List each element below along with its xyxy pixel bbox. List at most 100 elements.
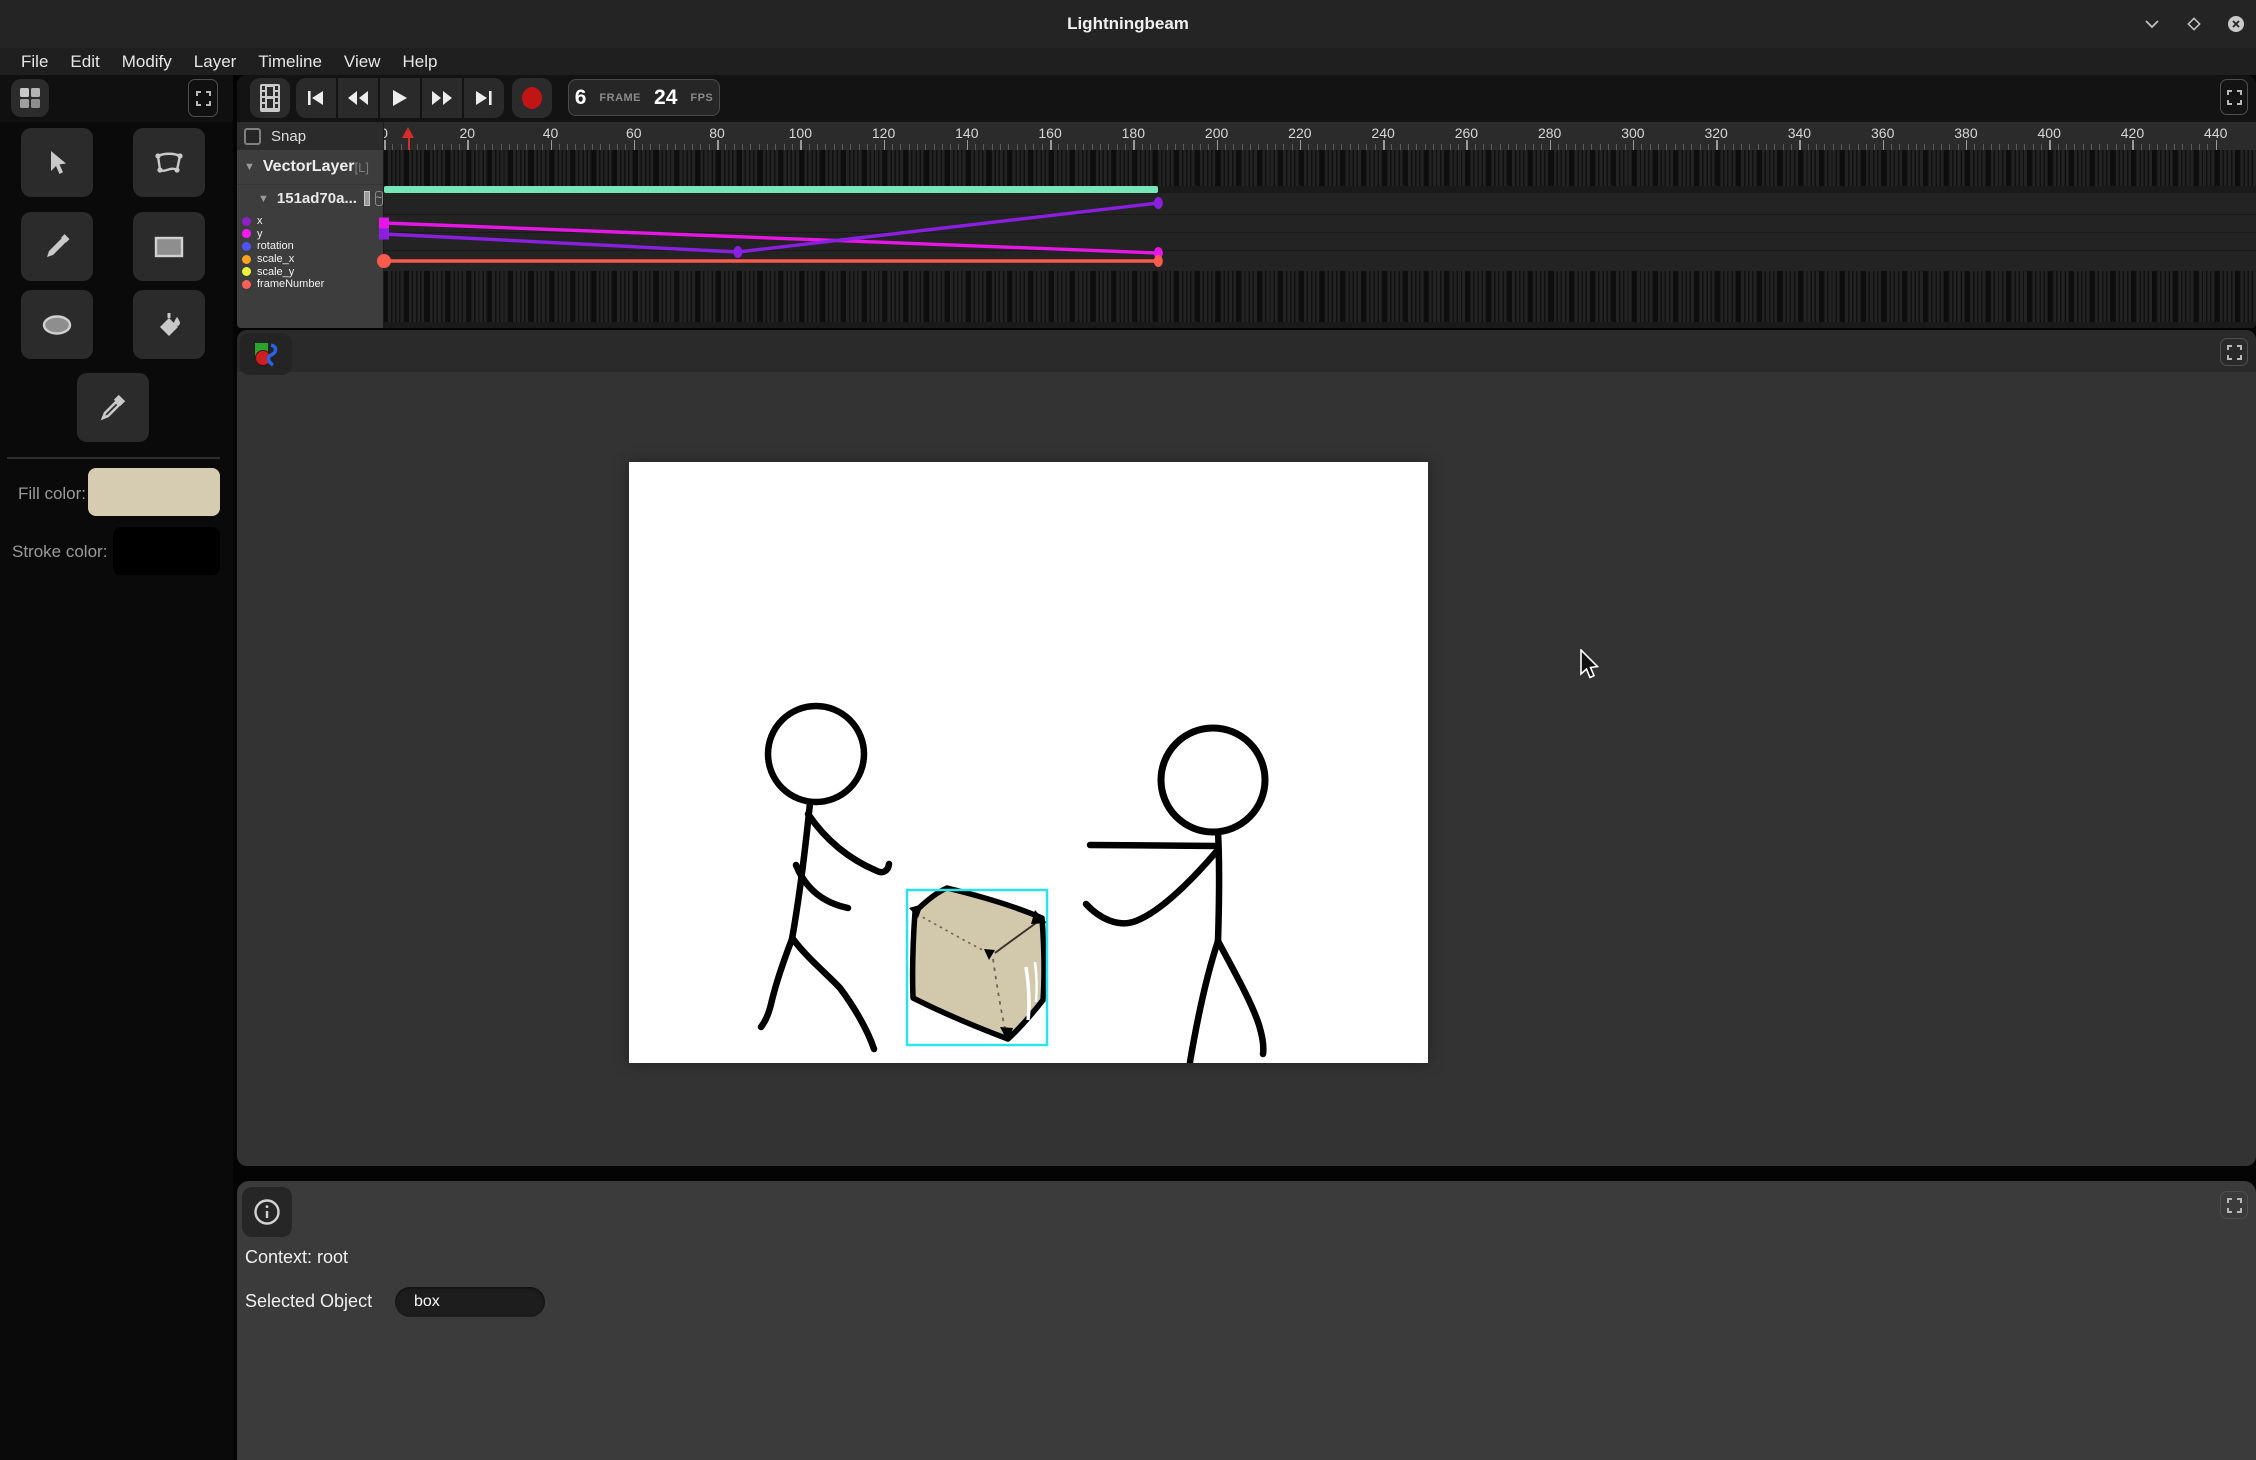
property-row-y[interactable]: y [237,228,383,241]
ruler-label: 360 [1871,125,1894,141]
ruler-tick [1217,140,1219,150]
collapse-triangle-icon[interactable]: ▼ [258,193,269,205]
property-color-dot [242,280,251,289]
titlebar: Lightningbeam [0,0,2256,48]
ruler-label: 240 [1371,125,1394,141]
menu-item-modify[interactable]: Modify [111,48,183,75]
stick-figure-left[interactable] [761,706,889,1049]
stick-figure-right[interactable] [1086,728,1265,1062]
menu-item-file[interactable]: File [10,48,59,75]
snap-checkbox[interactable] [244,128,261,145]
frames-track[interactable] [384,271,2256,322]
context-text: Context: root [245,1247,348,1268]
fill-color-label: Fill color: [18,484,86,504]
ruler-label: 100 [789,125,812,141]
fps-unit-label: FPS [690,92,713,104]
pencil-tool-button[interactable] [21,212,93,281]
ruler-tick [717,140,719,150]
layer-row-vectorlayer[interactable]: ▼ VectorLayer [L] [237,150,383,185]
snap-row: Snap [237,122,383,150]
keyframe-y[interactable] [379,218,389,229]
ruler-label: 200 [1205,125,1228,141]
sublayer-swatch-button[interactable] [364,191,370,206]
ruler-label: 160 [1038,125,1061,141]
playhead[interactable] [402,127,415,150]
ruler-label: 340 [1788,125,1811,141]
fps-value: 24 [654,86,677,110]
menu-item-layer[interactable]: Layer [183,48,248,75]
ruler-label: 320 [1704,125,1727,141]
menu-item-view[interactable]: View [333,48,392,75]
keyframe-frameNumber[interactable] [377,254,391,268]
keyframe-frameNumber[interactable] [1154,255,1163,267]
fast-forward-button[interactable] [422,78,462,118]
ruler-tick [1383,140,1385,150]
selected-object-label: Selected Object [245,1291,372,1312]
property-name: x [257,215,263,227]
expand-icon[interactable] [2220,338,2248,366]
expand-icon[interactable] [2220,79,2248,115]
menu-item-edit[interactable]: Edit [59,48,110,75]
timeline-ruler[interactable]: 0204060801001201401601802002202402602803… [384,122,2256,150]
collapse-triangle-icon[interactable]: ▼ [244,161,255,173]
rewind-button[interactable] [338,78,378,118]
ruler-tick [467,140,469,150]
keyframe-x[interactable] [379,229,389,240]
stage-canvas[interactable] [629,462,1428,1063]
ellipse-tool-button[interactable] [21,290,93,359]
minimize-icon[interactable] [2140,12,2164,36]
ruler-tick [2216,140,2218,150]
ruler-label: 400 [2038,125,2061,141]
ruler-label: 120 [872,125,895,141]
record-button[interactable] [512,78,552,118]
ruler-tick [1050,140,1052,150]
tool-sidebar-header [0,75,233,122]
sublayer-row[interactable]: ▼ 151ad70a... ~ [237,185,383,212]
path-tool-button[interactable] [133,128,205,197]
eyedropper-tool-button[interactable] [77,373,149,442]
snap-label: Snap [271,128,306,145]
ruler-label: 40 [543,125,559,141]
ruler-tick [634,140,636,150]
close-icon[interactable] [2224,12,2248,36]
keyframe-curves-area[interactable] [384,193,2256,271]
clip-duration-bar[interactable] [384,186,1158,193]
canvas-panel [237,330,2256,1166]
stroke-color-label: Stroke color: [12,542,107,562]
property-row-x[interactable]: x [237,215,383,228]
skip-to-end-button[interactable] [464,78,504,118]
keyframe-x[interactable] [733,246,742,258]
rectangle-tool-button[interactable] [133,212,205,281]
ruler-label: 80 [709,125,725,141]
expand-icon[interactable] [188,79,218,117]
skip-to-start-button[interactable] [296,78,336,118]
fill-color-swatch[interactable] [88,468,220,516]
film-strip-icon[interactable] [250,78,290,118]
frame-value: 6 [575,86,587,110]
info-icon[interactable] [242,1187,292,1237]
property-row-scale_x[interactable]: scale_x [237,253,383,266]
menu-item-help[interactable]: Help [391,48,448,75]
transport-controls [296,78,504,118]
keyframe-x[interactable] [1154,197,1163,209]
panel-grid-button[interactable] [11,79,49,117]
ruler-tick [551,140,553,150]
property-row-scale_y[interactable]: scale_y [237,265,383,278]
property-row-framenumber[interactable]: frameNumber [237,278,383,291]
select-tool-button[interactable] [21,128,93,197]
menu-item-timeline[interactable]: Timeline [247,48,333,75]
paint-bucket-tool-button[interactable] [133,290,205,359]
shapes-icon[interactable] [240,333,292,375]
layer-frames-track[interactable] [384,150,2256,186]
maximize-icon[interactable] [2182,12,2206,36]
sublayer-curve-toggle-button[interactable]: ~ [375,191,383,206]
box-object[interactable] [909,888,1047,1042]
expand-icon[interactable] [2220,1191,2248,1219]
selected-object-input[interactable]: box [395,1287,545,1317]
timeline-tracks[interactable]: 0204060801001201401601802002202402602803… [384,122,2256,328]
ruler-tick [1633,140,1635,150]
stroke-color-swatch[interactable] [113,527,220,575]
play-button[interactable] [380,78,420,118]
property-row-rotation[interactable]: rotation [237,240,383,253]
ruler-tick [1550,140,1552,150]
